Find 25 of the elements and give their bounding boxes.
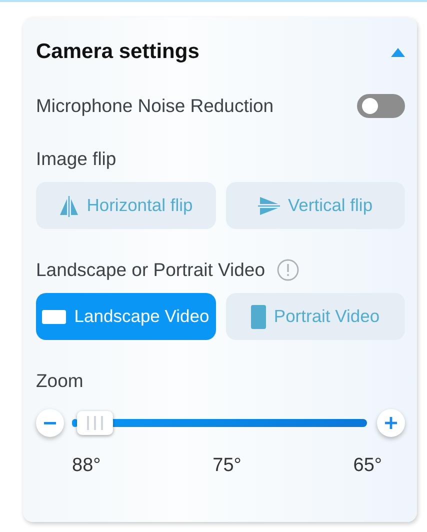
info-icon[interactable] — [277, 259, 300, 281]
tick-label: 65° — [353, 455, 382, 477]
mirror-icon — [258, 196, 280, 216]
toggle-switch[interactable] — [357, 94, 405, 118]
panel-title: Camera settings — [36, 40, 200, 64]
mirror-icon — [58, 194, 79, 216]
flip-button[interactable]: Horizontal flip — [36, 182, 216, 229]
collapse-button[interactable] — [391, 48, 405, 56]
noise-reduction-label: Microphone Noise Reduction — [36, 95, 274, 117]
zoom-out-button[interactable] — [36, 409, 64, 437]
slider-thumb[interactable] — [77, 411, 114, 435]
zoom-in-button[interactable] — [377, 409, 405, 437]
orientation-button[interactable]: Portrait Video — [226, 293, 405, 340]
section-label: Landscape or Portrait Video — [36, 259, 266, 281]
plus-icon — [385, 417, 397, 429]
zoom-slider[interactable] — [72, 410, 367, 436]
section-label: Image flip — [36, 148, 118, 170]
rectangle-icon — [250, 304, 266, 328]
tick-label: 88° — [72, 455, 101, 477]
orientation-button[interactable]: Landscape Video — [36, 293, 216, 340]
caret-icon — [391, 48, 405, 56]
zoom-label: Zoom — [36, 370, 84, 392]
tick-label: 75° — [212, 455, 242, 477]
rectangle-icon — [42, 310, 66, 324]
flip-button[interactable]: Vertical flip — [226, 182, 405, 229]
